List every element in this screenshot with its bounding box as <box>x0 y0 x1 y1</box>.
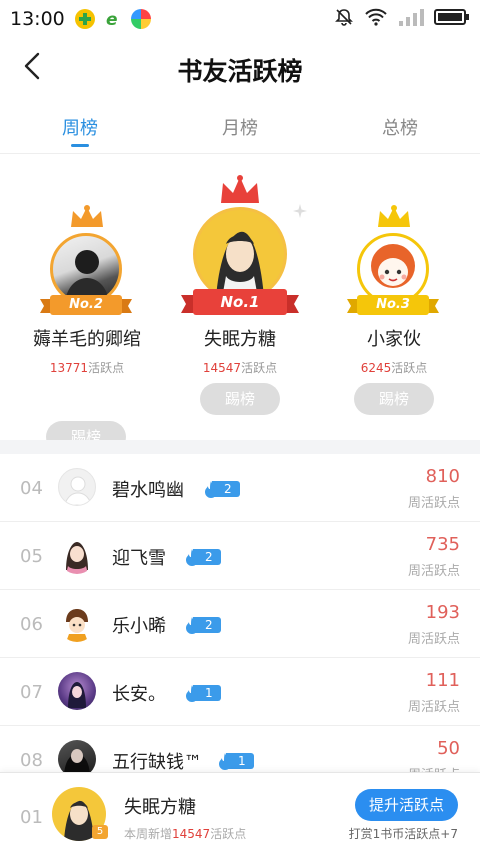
mute-icon <box>334 7 354 31</box>
rank-number: 05 <box>20 546 43 567</box>
signal-icon <box>398 7 424 31</box>
user-name: 五行缺钱™ <box>112 752 202 773</box>
tip-reward-text: 打赏1书币活跃点+7 <box>348 827 458 841</box>
score-label: 周活跃点 <box>407 496 460 511</box>
period-tabs: 周榜 月榜 总榜 <box>0 104 480 154</box>
table-row[interactable]: 05 迎飞雪 2 735 周活跃点 <box>0 522 480 590</box>
level-badge: 1 <box>183 684 221 702</box>
svg-text:e: e <box>106 10 118 29</box>
podium-name: 薅羊毛的卿绾 <box>33 329 141 350</box>
app-plus-icon <box>74 9 95 29</box>
user-name: 碧水鸣幽 <box>112 480 184 501</box>
podium-name: 小家伙 <box>367 329 421 350</box>
sparkle-icon <box>293 203 307 222</box>
user-name: 乐小晞 <box>112 616 166 637</box>
my-weekly-gain: 本周新增14547活跃点 <box>124 827 247 841</box>
flame-icon <box>186 617 198 634</box>
avatar[interactable] <box>58 536 96 574</box>
flame-icon <box>186 549 198 566</box>
my-rank-number: 01 <box>20 807 43 828</box>
status-time: 13:00 <box>10 8 65 30</box>
level-badge: 1 <box>216 752 254 770</box>
tab-monthly[interactable]: 月榜 <box>160 104 320 153</box>
status-right <box>334 7 470 31</box>
rank-badge-text: No.3 <box>376 297 410 312</box>
my-rank-bar: 01 5 失眠方糖 本周新增14547活跃点 提升活跃点 打赏1书币活跃点+7 <box>0 772 480 854</box>
flame-icon <box>205 481 217 498</box>
rank-ribbon: No.2 <box>40 295 132 317</box>
level-badge: 2 <box>202 480 240 498</box>
rank-number: 06 <box>20 614 43 635</box>
rank-badge-text: No.2 <box>69 297 103 312</box>
wifi-icon <box>364 7 388 31</box>
avatar[interactable] <box>58 604 96 642</box>
tab-weekly[interactable]: 周榜 <box>0 104 160 153</box>
kick-button[interactable]: 踢榜 <box>200 383 280 415</box>
score-value: 735 <box>425 534 460 555</box>
app-color-wheel-icon <box>130 9 151 29</box>
header: 书友活跃榜 <box>0 40 480 96</box>
rank-ribbon: No.3 <box>347 295 439 317</box>
flame-icon <box>219 753 231 770</box>
avatar[interactable] <box>58 468 96 506</box>
podium-points: 13771活跃点 <box>49 361 125 375</box>
status-app-icons: e <box>74 9 151 29</box>
rank-number: 07 <box>20 682 43 703</box>
avatar[interactable] <box>58 672 96 710</box>
kick-button[interactable]: 踢榜 <box>354 383 434 415</box>
my-level-badge: 5 <box>92 825 108 839</box>
score-value: 810 <box>425 466 460 487</box>
gold-crown-icon <box>376 205 412 233</box>
leaderboard-page: 13:00 e 书友活跃榜 周榜 月榜 总榜 No.2 薅羊毛的卿绾 13771… <box>0 0 480 854</box>
score-label: 周活跃点 <box>407 700 460 715</box>
flame-icon <box>186 685 198 702</box>
score-value: 50 <box>437 738 460 759</box>
table-row[interactable]: 04 碧水鸣幽 2 810 周活跃点 <box>0 454 480 522</box>
score-value: 193 <box>425 602 460 623</box>
score-label: 周活跃点 <box>407 632 460 647</box>
user-name: 迎飞雪 <box>112 548 166 569</box>
red-crown-icon <box>219 175 261 209</box>
podium-points: 14547活跃点 <box>202 361 278 375</box>
tab-total[interactable]: 总榜 <box>320 104 480 153</box>
level-badge: 2 <box>183 548 221 566</box>
podium-points: 6245活跃点 <box>360 361 428 375</box>
score-label: 周活跃点 <box>407 564 460 579</box>
battery-icon <box>434 8 470 30</box>
top-three-podium: No.2 薅羊毛的卿绾 13771活跃点 踢榜 No.1 失眠方糖 14547活… <box>0 155 480 453</box>
section-divider <box>0 440 480 454</box>
app-browser-icon: e <box>103 9 123 29</box>
level-badge: 2 <box>183 616 221 634</box>
rank-badge-text: No.1 <box>220 293 260 311</box>
score-value: 111 <box>425 670 460 691</box>
rank-number: 04 <box>20 478 43 499</box>
rank-ribbon: No.1 <box>181 289 299 317</box>
table-row[interactable]: 06 乐小晞 2 193 周活跃点 <box>0 590 480 658</box>
ranking-list: 04 碧水鸣幽 2 810 周活跃点 05 迎飞雪 2 735 周活跃点 06 … <box>0 454 480 794</box>
avatar[interactable] <box>193 207 287 301</box>
rank-number: 08 <box>20 750 43 771</box>
orange-crown-icon <box>69 205 105 233</box>
boost-points-button[interactable]: 提升活跃点 <box>354 789 458 821</box>
table-row[interactable]: 07 长安。 1 111 周活跃点 <box>0 658 480 726</box>
podium-name: 失眠方糖 <box>204 329 276 350</box>
status-bar: 13:00 e <box>0 0 480 38</box>
page-title: 书友活跃榜 <box>177 57 303 86</box>
my-name: 失眠方糖 <box>124 797 196 818</box>
user-name: 长安。 <box>112 684 166 705</box>
